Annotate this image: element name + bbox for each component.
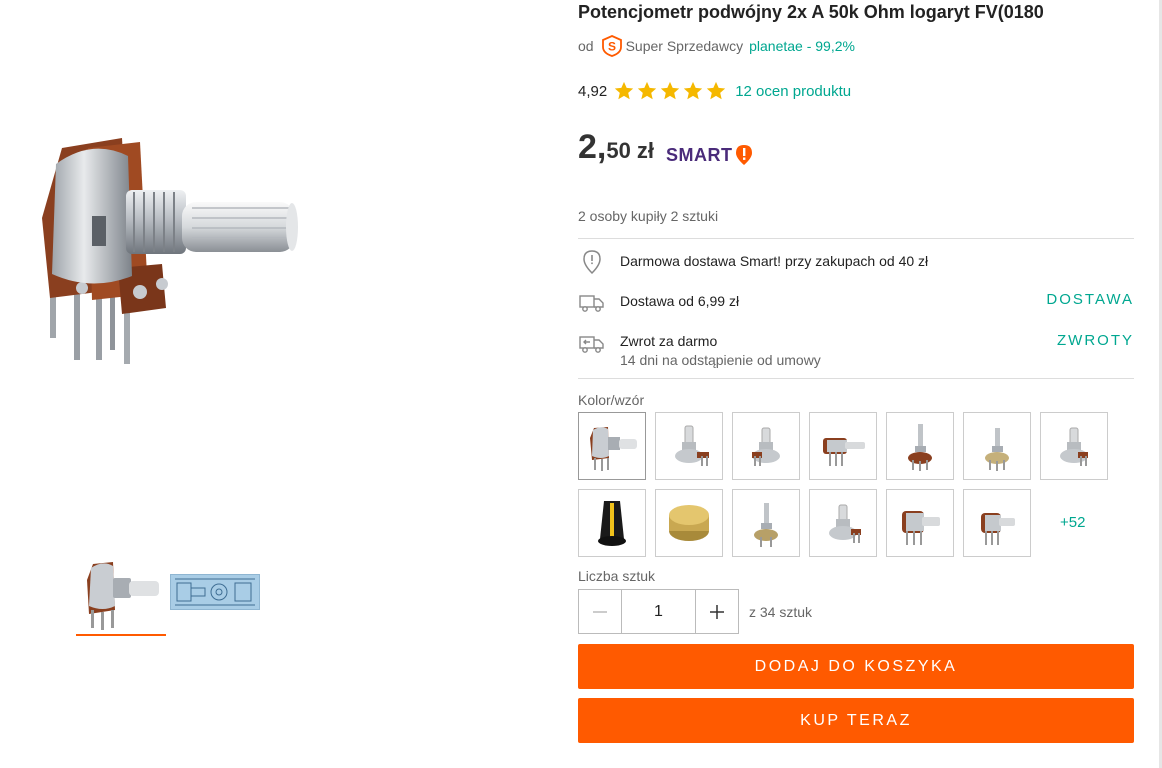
star-icon	[615, 81, 634, 100]
smart-label: SMART	[666, 144, 733, 165]
seller-prefix: od	[578, 38, 594, 54]
variant-option[interactable]	[886, 489, 954, 557]
potentiometer-variant-image	[754, 503, 778, 547]
potentiometer-variant-image	[675, 425, 709, 466]
delivery-link[interactable]: DOSTAWA	[1046, 291, 1134, 308]
potentiometer-variant-image	[908, 424, 932, 471]
rating-score: 4,92	[578, 82, 608, 100]
variant-option[interactable]	[963, 489, 1031, 557]
potentiometer-variant-image	[985, 428, 1009, 471]
quantity-label: Liczba sztuk	[578, 568, 656, 584]
return-truck-icon	[579, 336, 604, 353]
quantity-stepper: z 34 sztuk	[578, 589, 812, 634]
rating-stars	[613, 80, 727, 102]
ratings-count-link[interactable]: 12 ocen produktu	[735, 83, 851, 100]
quantity-input[interactable]	[622, 589, 695, 634]
variant-option[interactable]	[578, 489, 646, 557]
returns-text: Zwrot za darmo	[620, 333, 718, 349]
variant-option[interactable]	[886, 412, 954, 480]
super-seller-badge: Super Sprzedawcy	[625, 38, 744, 54]
quantity-increase-button[interactable]	[695, 589, 739, 634]
variant-option[interactable]	[732, 489, 800, 557]
truck-icon	[579, 295, 604, 312]
potentiometer-variant-image	[823, 438, 865, 466]
star-icon	[638, 81, 657, 100]
returns-link[interactable]: ZWROTY	[1057, 332, 1134, 349]
variant-option[interactable]	[963, 412, 1031, 480]
super-seller-icon: S	[601, 35, 622, 57]
knob-black-variant-image	[598, 501, 626, 546]
price-main: 2,	[578, 128, 607, 166]
potentiometer-variant-image	[829, 504, 861, 543]
potentiometer-variant-image	[752, 427, 780, 466]
variant-option[interactable]	[578, 412, 646, 480]
returns-row: Zwrot za darmo 14 dni na odstąpienie od …	[578, 329, 1134, 369]
gallery-thumb-2[interactable]	[170, 548, 260, 636]
buy-now-button[interactable]: KUP TERAZ	[578, 698, 1134, 743]
diagram-lines-icon	[175, 578, 255, 606]
price-cents: 50	[606, 138, 631, 163]
potentiometer-variant-image	[1060, 427, 1088, 466]
potentiometer-variant-image	[981, 513, 1015, 545]
potentiometer-variant-image	[590, 427, 637, 471]
rating-line: 4,92 12 ocen produktu	[578, 80, 851, 102]
delivery-cost-row: Dostawa od 6,99 zł DOSTAWA	[578, 288, 1134, 316]
quantity-decrease-button[interactable]	[578, 589, 622, 634]
potentiometer-variant-image	[902, 511, 940, 545]
divider	[578, 378, 1134, 379]
variant-option[interactable]	[1040, 412, 1108, 480]
variant-option[interactable]	[655, 412, 723, 480]
product-main-image[interactable]	[22, 108, 314, 398]
free-delivery-row: Darmowa dostawa Smart! przy zakupach od …	[578, 248, 1134, 276]
star-icon	[684, 81, 703, 100]
product-title: Potencjometr podwójny 2x A 50k Ohm logar…	[578, 2, 1044, 22]
add-to-cart-button[interactable]: DODAJ DO KOSZYKA	[578, 644, 1134, 689]
gallery-thumbnails	[76, 548, 260, 636]
variant-option[interactable]	[732, 412, 800, 480]
variant-option[interactable]	[809, 412, 877, 480]
more-variants-link[interactable]: +52	[1060, 514, 1085, 531]
svg-text:S: S	[608, 40, 616, 54]
returns-subtext: 14 dni na odstąpienie od umowy	[620, 352, 821, 368]
location-pin-icon	[583, 250, 601, 275]
gallery-thumb-1[interactable]	[76, 548, 166, 636]
plus-icon	[710, 604, 724, 619]
dimension-diagram-thumb	[170, 574, 260, 610]
delivery-cost-text: Dostawa od 6,99 zł	[620, 293, 740, 309]
seller-line: od S Super Sprzedawcy planetae - 99,2%	[578, 34, 855, 58]
minus-icon	[593, 610, 607, 613]
knob-gold-variant-image	[669, 505, 709, 541]
star-icon	[707, 81, 726, 100]
smart-exclamation-icon	[735, 145, 752, 165]
variant-option[interactable]	[809, 489, 877, 557]
seller-name-link[interactable]: planetae - 99,2%	[749, 38, 855, 54]
smart-badge[interactable]: SMART	[666, 144, 753, 166]
divider	[578, 238, 1134, 239]
potentiometer-thumb-image	[87, 562, 159, 630]
bought-count: 2 osoby kupiły 2 sztuki	[578, 208, 719, 224]
price-currency: zł	[636, 138, 654, 163]
price: 2, 50 zł	[578, 128, 654, 167]
quantity-available: z 34 sztuk	[749, 603, 813, 620]
variant-option[interactable]	[655, 489, 723, 557]
free-delivery-text: Darmowa dostawa Smart! przy zakupach od …	[620, 253, 929, 269]
star-icon	[661, 81, 680, 100]
potentiometer-image	[42, 138, 298, 364]
product-page: Potencjometr podwójny 2x A 50k Ohm logar…	[0, 0, 1162, 768]
variant-label: Kolor/wzór	[578, 392, 645, 408]
